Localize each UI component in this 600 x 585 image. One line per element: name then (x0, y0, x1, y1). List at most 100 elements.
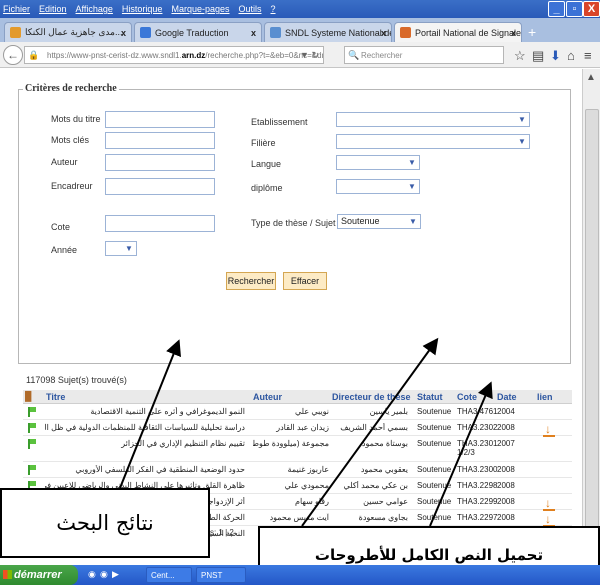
tab-arabic-article[interactable]: مدى جاهزية عمال الكنكا... x (4, 22, 132, 42)
close-tab-icon[interactable]: x (121, 28, 126, 38)
close-tab-icon[interactable]: x (511, 28, 516, 38)
field-label: Filière (251, 138, 276, 148)
clear-button[interactable]: Effacer (283, 272, 327, 290)
table-row[interactable]: النمو الديموغرافي و أثره على التنمية الا… (23, 404, 572, 420)
windows-logo-icon (3, 570, 12, 579)
results-header: █ Titre Auteur Directeur de thèse Statut… (23, 390, 572, 404)
col-director[interactable]: Directeur de thèse (332, 392, 411, 402)
quicklaunch-media-icon[interactable]: ▶ (112, 569, 119, 580)
results-count: 117098 Sujet(s) trouvé(s) (26, 375, 127, 385)
vertical-scrollbar[interactable]: ▲ (582, 69, 600, 541)
cote-input[interactable] (105, 215, 215, 232)
close-tab-icon[interactable]: x (251, 28, 256, 38)
quicklaunch-firefox-icon[interactable]: ◉ (100, 569, 108, 580)
new-tab-button[interactable]: + (528, 24, 536, 40)
close-tab-icon[interactable]: x (381, 28, 386, 38)
table-row[interactable]: دراسة تحليلية للسياسات الثقافية للمنظمات… (23, 420, 572, 437)
result-status: Soutenue (417, 481, 452, 490)
result-author: نويبي علي (295, 407, 329, 416)
keywords-input[interactable] (105, 132, 215, 149)
bookmarks-list-icon[interactable]: ▤ (532, 48, 544, 64)
col-link[interactable]: lien (537, 392, 553, 402)
result-title[interactable]: دراسة تحليلية للسياسات الثقافية للمنظمات… (45, 423, 245, 432)
reload-icon[interactable]: ▼ ↻ (300, 50, 319, 61)
table-row[interactable]: تقييم نظام التنظيم الإداري في الجزائر مجم… (23, 436, 572, 462)
scroll-up-icon[interactable]: ▲ (586, 72, 596, 83)
menu-item[interactable]: Affichage (76, 4, 113, 14)
scroll-thumb[interactable] (585, 109, 599, 529)
year-label: Année (51, 245, 78, 255)
menu-item[interactable]: Outils (239, 4, 262, 14)
result-author: محمودي علي (284, 481, 329, 490)
result-date: 2007 (497, 439, 515, 448)
maximize-button[interactable]: ▫ (566, 1, 583, 17)
col-author[interactable]: Auteur (253, 392, 282, 402)
bookmark-star-icon[interactable]: ☆ (514, 48, 526, 64)
start-button[interactable]: démarrer (0, 565, 78, 585)
download-pdf-icon[interactable]: ↓ (543, 513, 555, 527)
tab-label: SNDL Systeme National de Do... (285, 27, 391, 38)
download-pdf-icon[interactable]: ↓ (543, 423, 555, 437)
language-select[interactable]: ▼ (336, 155, 420, 170)
tab-pnst[interactable]: Portail National de Signaleme... x (394, 22, 522, 42)
thesis-type-select[interactable]: Soutenue ▼ (337, 214, 421, 229)
close-window-button[interactable]: X (583, 1, 600, 17)
cote-label: Cote (51, 222, 71, 232)
quicklaunch-ie-icon[interactable]: ◉ (88, 569, 96, 580)
year-select[interactable]: ▼ (105, 241, 137, 256)
diploma-select[interactable]: ▼ (336, 179, 420, 194)
menu-bar: Fichier Edition Affichage Historique Marque-… (0, 0, 600, 18)
institution-select[interactable]: ▼ (336, 112, 530, 127)
col-cote[interactable]: Cote (457, 392, 477, 402)
menu-item[interactable]: Marque-pages (171, 4, 229, 14)
result-title[interactable]: حدود الوضعية المنطقية في الفكر الفلسفي ا… (45, 465, 245, 474)
menu-item[interactable]: ? (271, 4, 276, 14)
taskbar-item-pnst[interactable]: PNST (196, 567, 246, 583)
search-button[interactable]: Rechercher (226, 272, 276, 290)
col-status[interactable]: Statut (417, 392, 443, 402)
chevron-down-icon: ▼ (125, 244, 133, 253)
download-icon[interactable]: ⬇ (550, 48, 561, 64)
taskbar-item-cent[interactable]: Cent... (146, 567, 192, 583)
start-label: démarrer (14, 569, 62, 581)
result-title[interactable]: تقييم نظام التنظيم الإداري في الجزائر (45, 439, 245, 448)
col-date[interactable]: Date (497, 392, 517, 402)
result-date: 2008 (497, 497, 515, 506)
menu-item[interactable]: Edition (39, 4, 67, 14)
back-arrow-icon[interactable]: ← (3, 45, 23, 65)
criteria-title: Critères de recherche (23, 83, 119, 94)
title-words-input[interactable] (105, 111, 215, 128)
search-input[interactable]: Rechercher (344, 46, 504, 64)
result-author: مجموعة (ميلوودة طوطاوي) روايحة (253, 439, 329, 448)
result-director: بن عكي محمد أكلي (343, 481, 408, 490)
field-select[interactable]: ▼ (336, 134, 530, 149)
home-icon[interactable]: ⌂ (567, 48, 575, 63)
result-cote: THA3.2300 (457, 465, 498, 474)
menu-item[interactable]: Fichier (3, 4, 30, 14)
col-title[interactable]: Titre (46, 392, 65, 402)
minimize-button[interactable]: _ (548, 1, 565, 17)
pager[interactable]: s: 1 | 2 (210, 528, 234, 537)
result-director: بلمير ياسين (369, 407, 408, 416)
download-pdf-icon[interactable]: ↓ (543, 497, 555, 511)
url-prefix: https://www-pnst-cerist-dz.www.sndl1. (47, 50, 182, 60)
result-author: رقاو سهام (295, 497, 329, 506)
result-title[interactable]: النمو الديموغرافي و أثره على التنمية الا… (45, 407, 245, 416)
flag-icon (28, 465, 37, 475)
url-domain: arn.dz (181, 50, 206, 60)
tab-google-translate[interactable]: Google Traduction x (134, 22, 262, 42)
institution-label: Etablissement (251, 117, 308, 127)
author-label: Auteur (51, 157, 78, 167)
url-bar[interactable]: https://www-pnst-cerist-dz.www.sndl1. arn… (24, 46, 324, 64)
table-row[interactable]: حدود الوضعية المنطقية في الفكر الفلسفي ا… (23, 462, 572, 478)
supervisor-input[interactable] (105, 178, 215, 195)
author-input[interactable] (105, 154, 215, 171)
menu-icon[interactable]: ≡ (584, 48, 592, 63)
result-status: Soutenue (417, 423, 452, 432)
result-cote: THA3.2297 (457, 513, 498, 522)
menu-item[interactable]: Historique (122, 4, 163, 14)
tab-sndl[interactable]: SNDL Systeme National de Do... x (264, 22, 392, 42)
result-cote: THA3.2298 (457, 481, 498, 490)
result-status: Soutenue (417, 407, 452, 416)
tab-label: مدى جاهزية عمال الكنكا... (25, 27, 123, 37)
